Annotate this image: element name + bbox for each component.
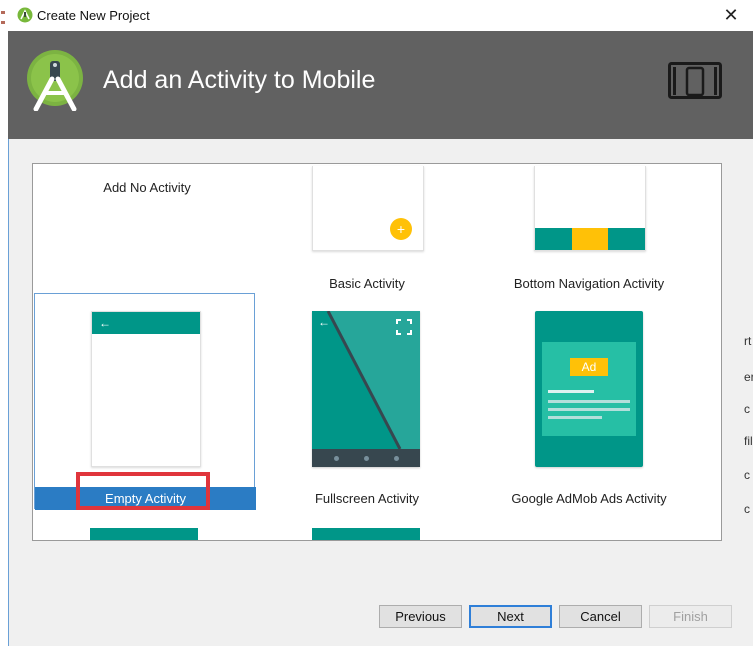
template-preview: Ad [535,311,643,467]
back-arrow-icon: ← [318,315,330,329]
template-label: Fullscreen Activity [314,491,420,506]
template-preview: ← [312,311,420,467]
highlight-box [76,472,210,510]
phone-tablet-icon [668,62,722,99]
background-text-fragment [1,21,5,24]
template-preview [534,166,646,251]
template-tile-google-admob-ads-activity[interactable]: Ad Google AdMob Ads Activity [479,293,699,509]
bottom-navigation-selected-item [572,228,608,250]
ad-text-line [548,408,630,411]
android-studio-app-icon [17,7,33,23]
template-tile-fullscreen-activity[interactable]: ← Fullscreen Activity [257,293,477,509]
next-button[interactable]: Next [469,605,552,628]
activity-template-gallery: Add No Activity + Basic Activity Bottom … [32,163,722,541]
template-label: Basic Activity [329,276,405,291]
system-navigation-bar [312,449,420,467]
fullscreen-icon [396,319,412,335]
window-title: Create New Project [37,8,150,23]
background-text-fragment: c [744,402,750,416]
template-label: Bottom Navigation Activity [513,276,665,291]
template-tile-partial[interactable] [312,528,420,540]
template-label: Google AdMob Ads Activity [511,491,667,506]
cancel-button[interactable]: Cancel [559,605,642,628]
app-bar: ← [92,312,200,334]
template-preview: ← [91,311,201,467]
template-tile-bottom-navigation-activity[interactable]: Bottom Navigation Activity [479,166,699,292]
close-button[interactable]: ✕ [719,4,743,26]
template-preview: + [312,166,424,251]
ad-badge: Ad [570,358,608,376]
android-studio-logo-icon [27,50,83,111]
nav-dot [334,456,339,461]
previous-button[interactable]: Previous [379,605,462,628]
template-tile-add-no-activity[interactable]: Add No Activity [35,166,255,292]
background-text-fragment [1,11,5,14]
template-tile-basic-activity[interactable]: + Basic Activity [257,166,477,292]
background-window-edge [0,0,8,646]
background-text-fragment: er [744,370,753,384]
page-title: Add an Activity to Mobile [103,66,376,94]
ad-text-line [548,390,594,393]
background-text-fragment: fil [744,434,753,448]
ad-text-line [548,416,602,419]
template-label: Add No Activity [103,180,191,195]
ad-text-line [548,400,630,403]
fab-icon: + [390,218,412,240]
background-text-fragment: c [744,502,750,516]
template-tile-partial[interactable] [90,528,198,540]
nav-dot [364,456,369,461]
ad-card: Ad [542,342,636,436]
back-arrow-icon: ← [99,316,111,330]
nav-dot [394,456,399,461]
background-text-fragment: rt [744,334,752,348]
finish-button[interactable]: Finish [649,605,732,628]
background-text-fragment: c [744,468,750,482]
